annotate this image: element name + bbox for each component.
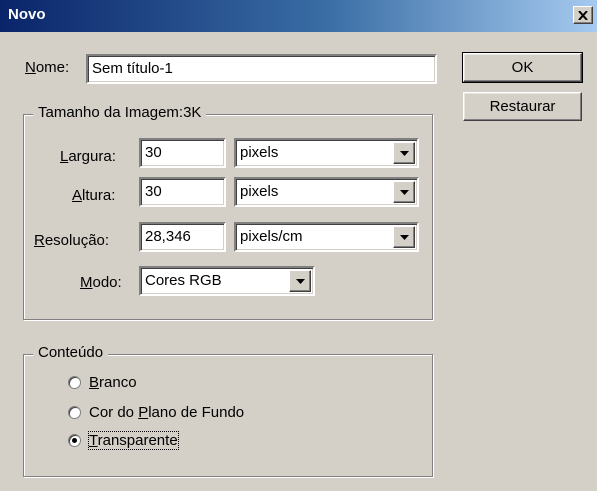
- radio-white-button[interactable]: [68, 376, 81, 389]
- name-input-value: Sem título-1: [92, 60, 173, 77]
- resolution-unit-select[interactable]: pixels/cm: [234, 222, 419, 252]
- reset-button-label: Restaurar: [489, 98, 556, 115]
- radio-white-label: Branco: [89, 374, 137, 391]
- chevron-down-icon: [399, 189, 409, 195]
- chevron-down-icon: [295, 278, 305, 284]
- reset-button[interactable]: Restaurar: [463, 92, 582, 121]
- ok-button-label: OK: [511, 59, 534, 76]
- mode-dropdown-button[interactable]: [289, 270, 311, 292]
- width-input[interactable]: 30: [139, 138, 226, 168]
- height-label: Altura:: [72, 187, 116, 204]
- chevron-down-icon: [399, 150, 409, 156]
- width-unit-dropdown-button[interactable]: [393, 142, 415, 164]
- width-unit-select[interactable]: pixels: [234, 138, 419, 168]
- content-legend: Conteúdo: [33, 344, 109, 361]
- title-bar: Novo: [0, 0, 597, 32]
- width-unit-value: pixels: [240, 144, 279, 161]
- chevron-down-icon: [399, 234, 409, 240]
- radio-background-color-button[interactable]: [68, 406, 81, 419]
- ok-button[interactable]: OK: [462, 52, 583, 83]
- height-unit-dropdown-button[interactable]: [393, 181, 415, 203]
- height-input-value: 30: [145, 183, 162, 200]
- close-icon: [578, 10, 588, 20]
- resolution-input[interactable]: 28,346: [139, 222, 226, 252]
- radio-white[interactable]: Branco: [68, 374, 137, 391]
- close-button[interactable]: [573, 6, 593, 24]
- mode-value: Cores RGB: [145, 272, 222, 289]
- radio-background-color-label: Cor do Plano de Fundo: [89, 404, 245, 421]
- width-label: Largura:: [60, 148, 116, 165]
- resolution-unit-value: pixels/cm: [240, 228, 303, 245]
- mode-select[interactable]: Cores RGB: [139, 266, 315, 296]
- radio-selected-dot: [72, 438, 77, 443]
- image-size-legend: Tamanho da Imagem:3K: [33, 104, 207, 121]
- name-label: Nome:: [25, 59, 70, 76]
- height-unit-value: pixels: [240, 183, 279, 200]
- radio-transparent[interactable]: Transparente: [68, 431, 179, 450]
- radio-transparent-label: Transparente: [88, 431, 179, 450]
- mode-label: Modo:: [80, 274, 122, 291]
- radio-transparent-button[interactable]: [68, 434, 81, 447]
- resolution-input-value: 28,346: [145, 228, 191, 245]
- resolution-unit-dropdown-button[interactable]: [393, 226, 415, 248]
- height-input[interactable]: 30: [139, 177, 226, 207]
- radio-background-color[interactable]: Cor do Plano de Fundo: [68, 404, 244, 421]
- resolution-label: Resolução:: [34, 232, 110, 249]
- window-title: Novo: [8, 6, 46, 23]
- width-input-value: 30: [145, 144, 162, 161]
- name-input[interactable]: Sem título-1: [86, 54, 437, 84]
- height-unit-select[interactable]: pixels: [234, 177, 419, 207]
